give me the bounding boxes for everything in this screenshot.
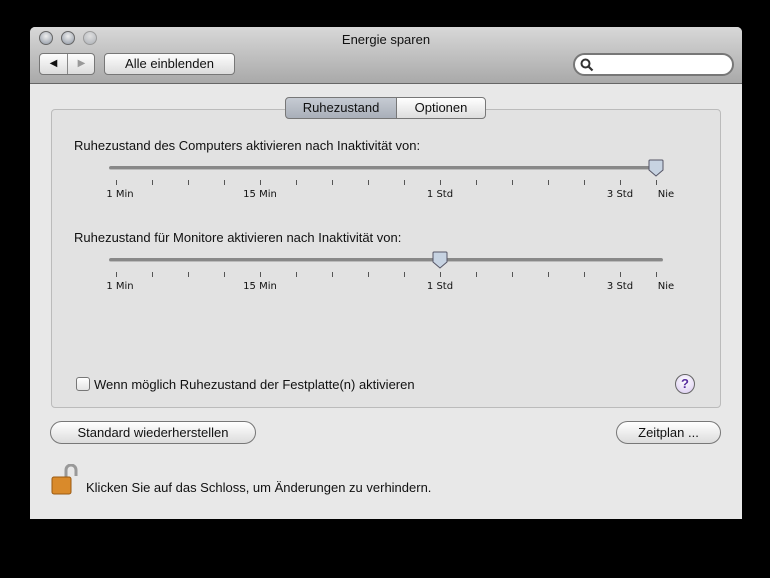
slider-tick [512,180,513,185]
search-icon [580,58,594,72]
unlocked-lock-icon[interactable] [50,464,80,498]
slider-tick [476,272,477,277]
slider-tick [188,272,189,277]
preferences-window: Energie sparen ◀ ▶ Alle einblenden Ruhez… [30,27,742,519]
slider-tick [584,180,585,185]
slider-tick [620,272,621,277]
slider-tick [548,180,549,185]
tab-optionen[interactable]: Optionen [396,97,486,119]
tab-ruhezustand[interactable]: Ruhezustand [285,97,397,119]
help-button[interactable]: ? [675,374,695,394]
tick-label: 1 Std [426,281,454,292]
slider-tick [440,272,441,277]
display-sleep-label: Ruhezustand für Monitore aktivieren nach… [74,230,402,245]
tick-label: 15 Min [243,281,277,292]
slider-tick [584,272,585,277]
slider-tick [656,180,657,185]
slider-track[interactable] [109,166,663,170]
computer-sleep-label: Ruhezustand des Computers aktivieren nac… [74,138,421,153]
slider-tick [116,272,117,277]
restore-defaults-button[interactable]: Standard wiederherstellen [50,421,256,444]
slider-thumb[interactable] [432,251,448,269]
window-title: Energie sparen [341,32,431,47]
slider-tick [656,272,657,277]
show-all-button[interactable]: Alle einblenden [104,53,235,75]
title-bar: Energie sparen ◀ ▶ Alle einblenden [30,27,742,84]
slider-tick [476,180,477,185]
slider-tick [332,180,333,185]
slider-tick [224,272,225,277]
tick-label: Nie [657,189,675,200]
slider-tick [152,272,153,277]
slider-tick [512,272,513,277]
slider-tick [116,180,117,185]
slider-tick [296,180,297,185]
slider-tick [440,180,441,185]
tick-label: 3 Std [606,189,634,200]
slider-tick [332,272,333,277]
slider-tick [260,180,261,185]
lock-message: Klicken Sie auf das Schloss, um Änderung… [86,480,432,495]
schedule-button[interactable]: Zeitplan ... [616,421,721,444]
slider-tick [368,180,369,185]
slider-track[interactable] [109,258,663,262]
slider-tick [620,180,621,185]
slider-tick [404,272,405,277]
slider-tick [548,272,549,277]
slider-tick [224,180,225,185]
back-button[interactable]: ◀ [40,54,68,74]
tick-label: Nie [657,281,675,292]
slider-tick [188,180,189,185]
slider-thumb[interactable] [648,159,664,177]
slider-tick [296,272,297,277]
disk-sleep-label: Wenn möglich Ruhezustand der Festplatte(… [94,377,415,392]
tick-label: 15 Min [243,189,277,200]
slider-tick [152,180,153,185]
slider-tick [368,272,369,277]
slider-tick [404,180,405,185]
forward-button[interactable]: ▶ [68,54,95,74]
disk-sleep-checkbox[interactable] [76,377,90,391]
nav-buttons: ◀ ▶ [39,53,95,75]
search-input[interactable] [573,53,734,76]
tick-label: 3 Std [606,281,634,292]
tick-label: 1 Min [106,189,134,200]
tick-label: 1 Std [426,189,454,200]
slider-tick [260,272,261,277]
tick-label: 1 Min [106,281,134,292]
